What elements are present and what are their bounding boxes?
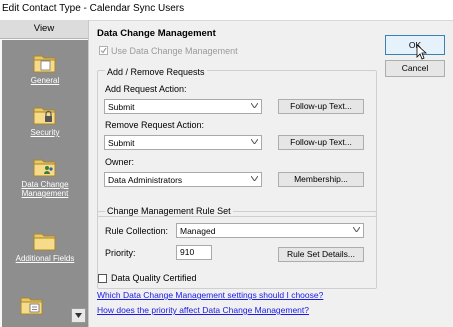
page-title: Data Change Management [97,28,216,39]
use-dcm-label: Use Data Change Management [111,46,238,56]
folder-icon [33,233,56,251]
sidebar-item-more[interactable] [2,294,62,318]
owner-label: Owner: [105,157,135,167]
use-dcm-checkbox[interactable] [99,46,108,55]
priority-input[interactable]: 910 [176,245,212,260]
remove-followup-button[interactable]: Follow-up Text... [278,135,364,150]
sidebar-item-label: General [30,76,60,85]
chevron-down-icon [75,313,82,318]
sidebar-item-label-line2: Management [21,189,69,198]
help-link-priority[interactable]: How does the priority affect Data Change… [97,305,309,315]
chevron-down-icon [353,227,360,232]
rule-collection-value: Managed [180,226,216,236]
cancel-button[interactable]: Cancel [385,60,445,77]
add-request-label: Add Request Action: [105,84,187,94]
requests-group-legend: Add / Remove Requests [105,67,207,77]
remove-request-value: Submit [108,138,135,148]
data-quality-label: Data Quality Certified [111,273,197,283]
folder-people-icon [33,159,56,177]
folder-list-icon [20,297,43,315]
sidebar-item-label: Data Change [21,180,69,189]
remove-request-select[interactable]: Submit [104,135,262,150]
add-request-value: Submit [108,102,135,112]
rule-collection-label: Rule Collection: [105,226,169,236]
remove-request-label: Remove Request Action: [105,120,205,130]
priority-label: Priority: [105,248,136,258]
data-quality-checkbox[interactable] [98,274,107,283]
folder-icon [33,55,56,73]
rule-set-details-button[interactable]: Rule Set Details... [278,247,364,262]
rules-group-legend: Change Management Rule Set [105,206,233,216]
sidebar: View General Security Data Change Manage… [0,20,89,327]
nav-panel: General Security Data Change Management [2,40,88,327]
sidebar-scroll-down-button[interactable] [71,308,86,323]
add-request-select[interactable]: Submit [104,99,262,114]
chevron-down-icon [251,103,258,108]
folder-lock-icon [33,107,56,125]
sidebar-item-label: Additional Fields [15,254,75,263]
help-link-settings[interactable]: Which Data Change Management settings sh… [97,290,323,300]
chevron-down-icon [251,176,258,181]
main-panel: Data Change Management Use Data Change M… [89,20,453,327]
add-followup-button[interactable]: Follow-up Text... [278,99,364,114]
sidebar-item-security[interactable]: Security [2,104,88,137]
title-bar: Edit Contact Type - Calendar Sync Users [0,0,453,21]
owner-value: Data Administrators [108,175,183,185]
sidebar-item-data-change-management[interactable]: Data Change Management [2,156,88,198]
ok-button[interactable]: OK [385,35,445,55]
check-icon [100,47,107,54]
owner-select[interactable]: Data Administrators [104,172,262,187]
sidebar-item-label: Security [30,128,60,137]
membership-button[interactable]: Membership... [278,172,364,187]
rule-collection-select[interactable]: Managed [176,223,364,238]
sidebar-item-additional-fields[interactable]: Additional Fields [2,230,88,263]
view-header: View [0,20,88,39]
sidebar-item-general[interactable]: General [2,52,88,85]
chevron-down-icon [251,139,258,144]
cursor-icon [416,44,427,60]
window-title: Edit Contact Type - Calendar Sync Users [2,3,185,14]
